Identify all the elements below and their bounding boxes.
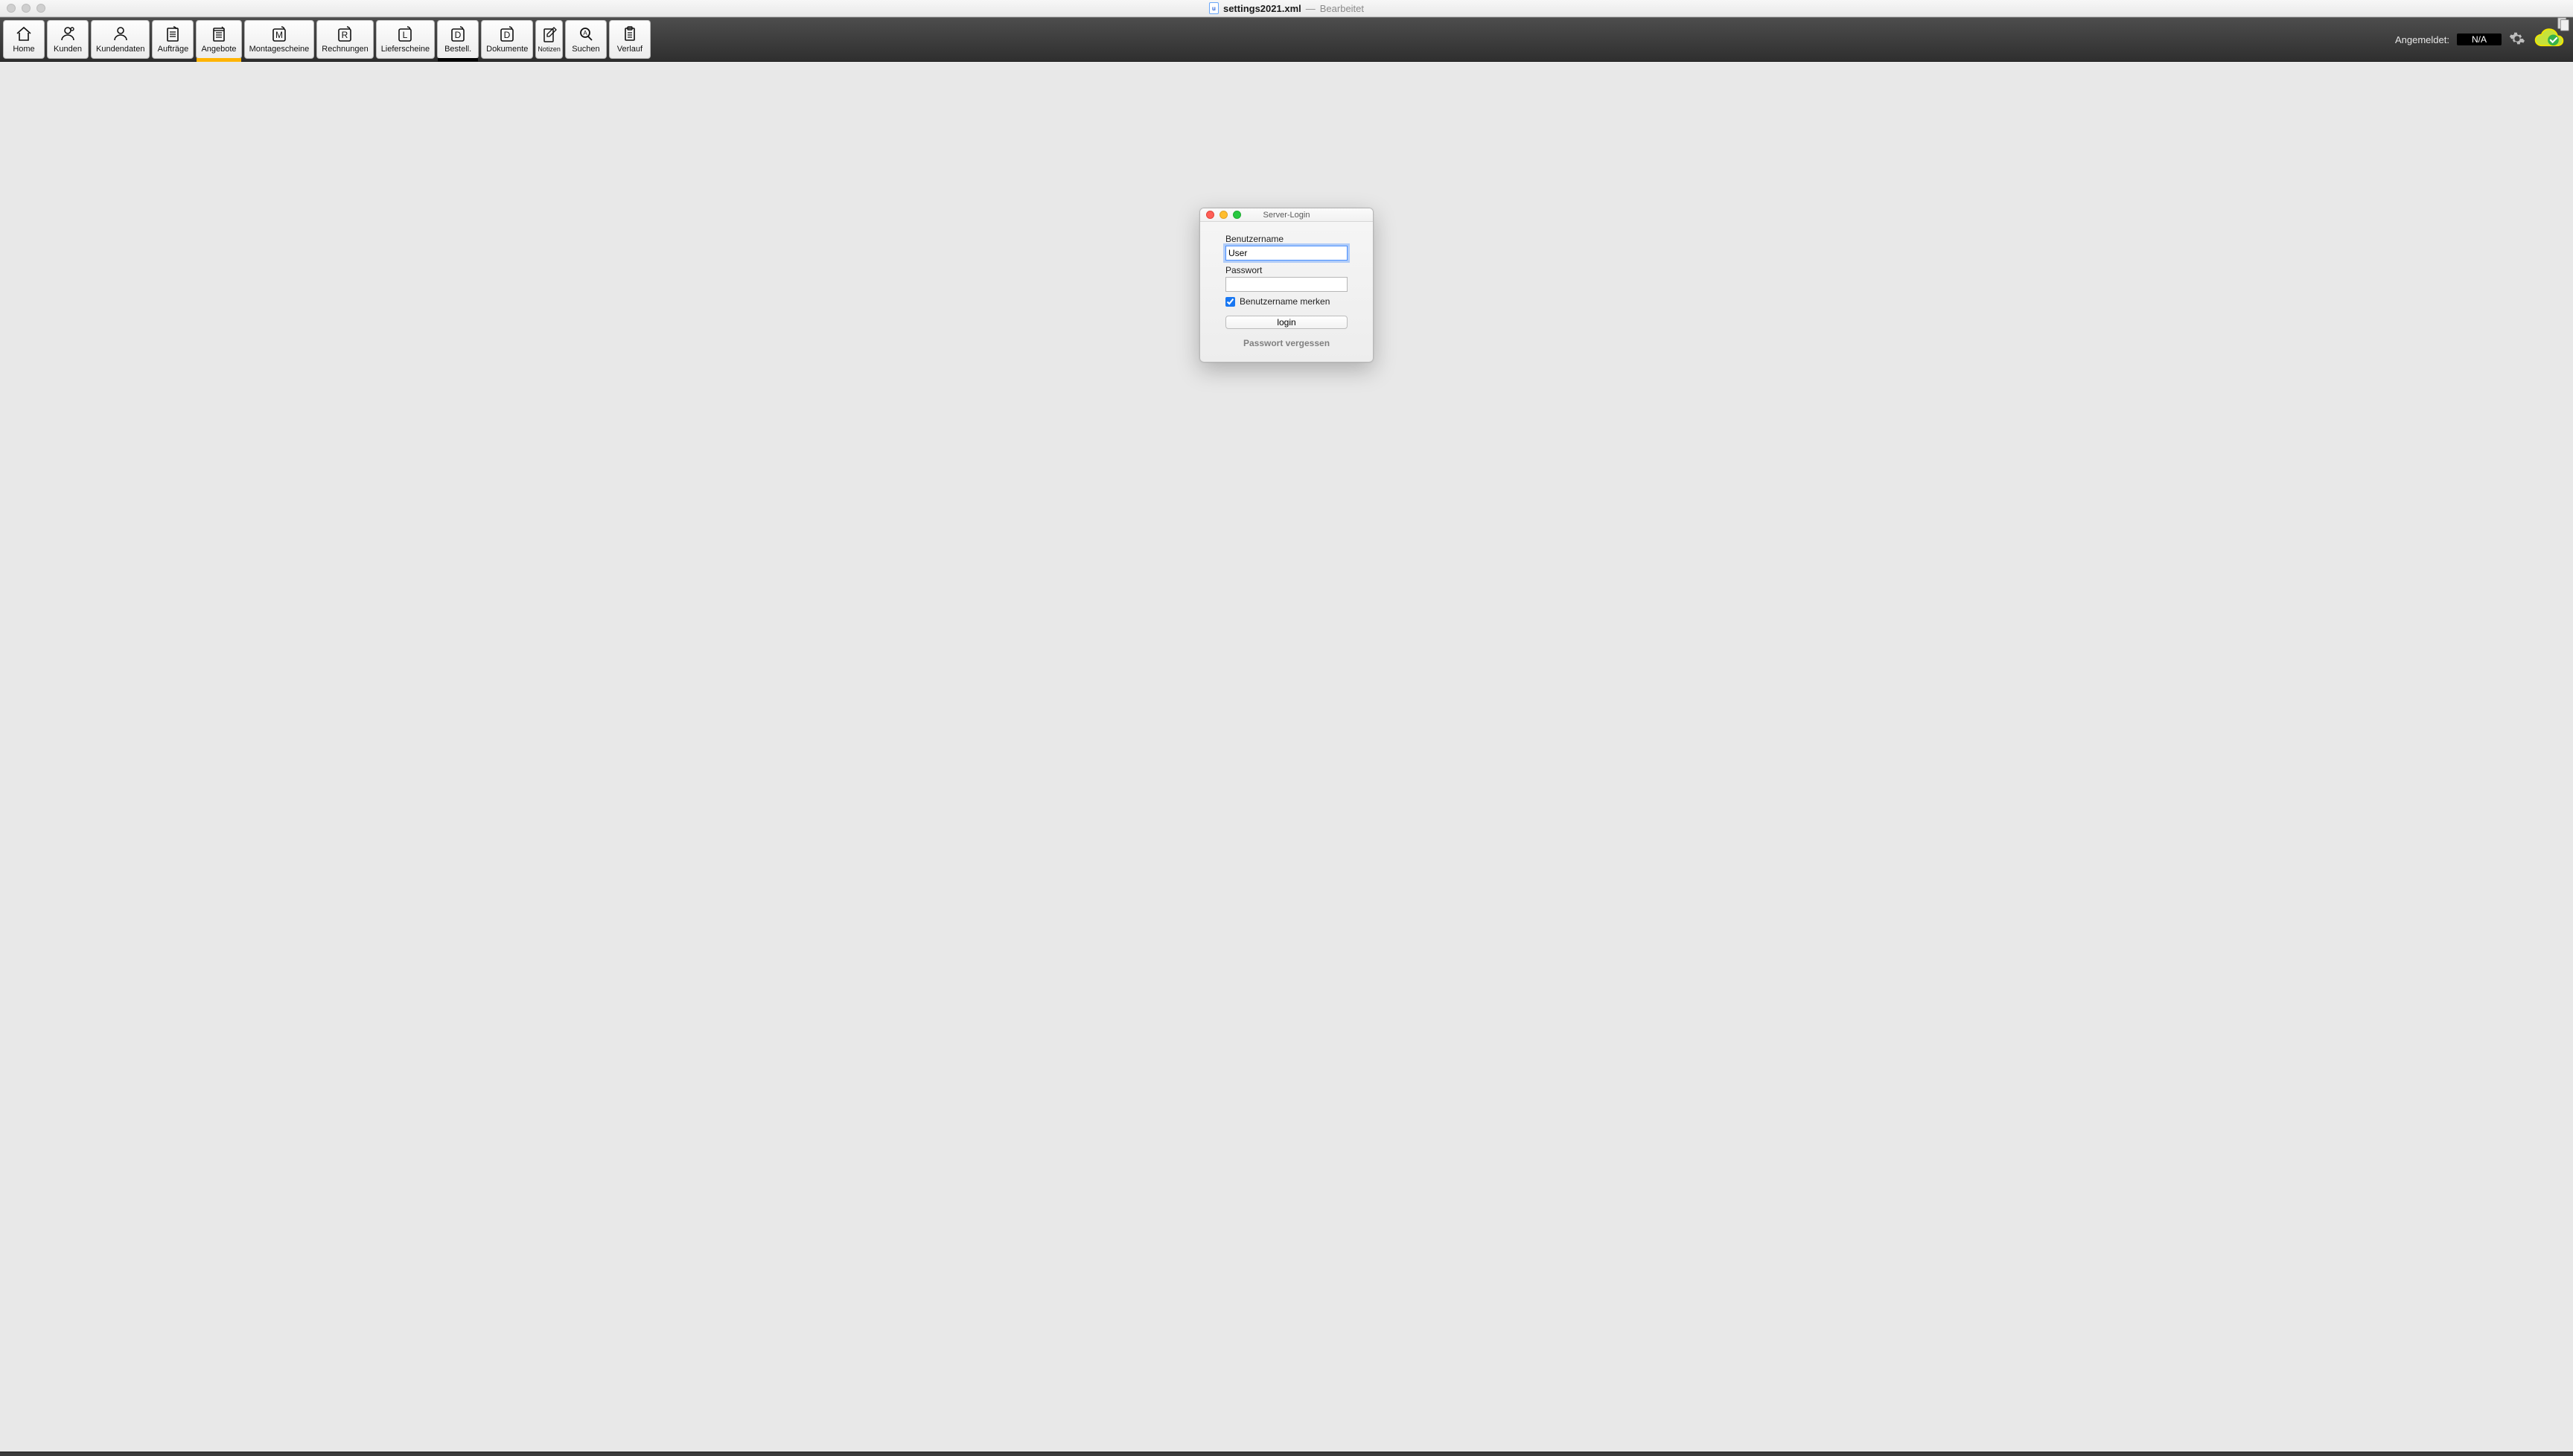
toolbar-item-home[interactable]: Home xyxy=(3,20,45,59)
rechnungen-icon xyxy=(335,25,354,42)
logged-in-label: Angemeldet: xyxy=(2395,34,2449,45)
toolbar-item-label: Dokumente xyxy=(486,45,528,54)
toolbar-item-angebote[interactable]: Angebote xyxy=(196,20,241,59)
settings-gear-icon[interactable] xyxy=(2509,31,2525,49)
toolbar-item-label: Rechnungen xyxy=(322,45,368,54)
toolbar-item-label: Aufträge xyxy=(158,45,189,54)
login-button[interactable]: login xyxy=(1225,316,1348,329)
window-minimize-icon[interactable] xyxy=(22,4,31,13)
kunden-icon xyxy=(58,25,77,42)
login-dialog: Server-Login Benutzername Passwort Benut… xyxy=(1199,208,1374,363)
toolbar-item-label: Verlauf xyxy=(617,45,643,54)
toolbar-item-auftraege[interactable]: Aufträge xyxy=(152,20,194,59)
toolbar-item-label: Montagescheine xyxy=(249,45,310,54)
suchen-icon xyxy=(576,25,596,42)
remember-username-label: Benutzername merken xyxy=(1240,296,1330,307)
toolbar-item-kundendaten[interactable]: Kundendaten xyxy=(91,20,150,59)
toolbar-item-suchen[interactable]: Suchen xyxy=(565,20,607,59)
home-icon xyxy=(14,25,34,42)
toolbar-item-label: Notizen xyxy=(538,45,561,53)
toolbar-item-dokumente[interactable]: Dokumente xyxy=(481,20,533,59)
window-zoom-icon[interactable] xyxy=(36,4,45,13)
remember-username-checkbox[interactable] xyxy=(1225,297,1235,307)
window-traffic-lights xyxy=(7,4,45,13)
toolbar-item-kunden[interactable]: Kunden xyxy=(47,20,89,59)
toolbar-item-label: Bestell. xyxy=(444,45,471,54)
username-input[interactable] xyxy=(1225,246,1348,261)
main-toolbar: Home Kunden Kundendaten Aufträge Angebote Mon… xyxy=(0,17,2573,62)
login-close-icon[interactable] xyxy=(1206,211,1214,219)
verlauf-icon xyxy=(620,25,640,42)
workspace: Server-Login Benutzername Passwort Benut… xyxy=(0,62,2573,1452)
angebote-icon xyxy=(209,25,229,42)
window-titlebar: u settings2021.xml — Bearbeitet xyxy=(0,0,2573,17)
toolbar-item-notizen[interactable]: Notizen xyxy=(535,20,563,59)
toolbar-item-montage[interactable]: Montagescheine xyxy=(244,20,315,59)
corner-document-icon[interactable] xyxy=(2555,16,2572,36)
password-label: Passwort xyxy=(1225,265,1348,275)
toolbar-item-rechnungen[interactable]: Rechnungen xyxy=(316,20,373,59)
window-status: Bearbeitet xyxy=(1320,3,1364,14)
password-input[interactable] xyxy=(1225,277,1348,292)
liefer-icon xyxy=(395,25,415,42)
toolbar-item-verlauf[interactable]: Verlauf xyxy=(609,20,651,59)
login-zoom-icon[interactable] xyxy=(1233,211,1241,219)
window-separator: — xyxy=(1306,3,1316,14)
window-title: u settings2021.xml — Bearbeitet xyxy=(0,2,2573,14)
toolbar-item-label: Home xyxy=(13,45,34,54)
auftraege-icon xyxy=(163,25,182,42)
toolbar-item-label: Kundendaten xyxy=(96,45,144,54)
login-dialog-titlebar: Server-Login xyxy=(1200,208,1373,222)
login-minimize-icon[interactable] xyxy=(1219,211,1228,219)
notizen-icon xyxy=(540,25,559,43)
logged-in-value: N/A xyxy=(2457,33,2502,45)
username-label: Benutzername xyxy=(1225,234,1348,244)
toolbar-item-label: Angebote xyxy=(201,45,236,54)
dokumente-icon xyxy=(497,25,517,42)
window-close-icon[interactable] xyxy=(7,4,16,13)
window-filename: settings2021.xml xyxy=(1223,3,1301,14)
bottom-bar xyxy=(0,1452,2573,1456)
bestell-icon xyxy=(448,25,468,42)
toolbar-item-label: Kunden xyxy=(54,45,82,54)
toolbar-item-label: Lieferscheine xyxy=(381,45,430,54)
montage-icon xyxy=(270,25,289,42)
toolbar-item-label: Suchen xyxy=(572,45,599,54)
toolbar-item-bestell[interactable]: Bestell. xyxy=(437,20,479,59)
document-icon: u xyxy=(1209,2,1219,14)
forgot-password-link[interactable]: Passwort vergessen xyxy=(1225,338,1348,348)
toolbar-item-liefer[interactable]: Lieferscheine xyxy=(376,20,435,59)
kundendaten-icon xyxy=(111,25,130,42)
